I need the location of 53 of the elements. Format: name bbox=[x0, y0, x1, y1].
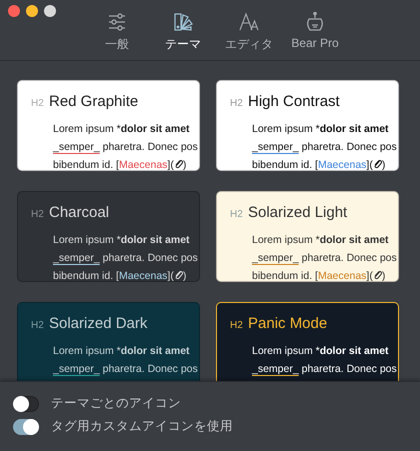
heading-marker: H2 bbox=[31, 320, 44, 331]
sample-text: Lorem ipsum *dolor sit amet bbox=[53, 122, 191, 137]
theme-name: Solarized Dark bbox=[49, 315, 148, 332]
theme-card[interactable]: H2 Solarized Light Lorem ipsum *dolor sit amet _semper_ pharetra. Donec pos bibendum id. [Maecenas]( ) bbox=[216, 191, 399, 282]
sample-text: Lorem ipsum *dolor sit amet bbox=[53, 233, 191, 248]
heading-marker: H2 bbox=[31, 98, 44, 109]
toolbar-tab[interactable]: テーマ bbox=[150, 12, 216, 60]
theme-name: High Contrast bbox=[248, 93, 340, 110]
theme-name: Panic Mode bbox=[248, 315, 328, 332]
heading-marker: H2 bbox=[230, 98, 243, 109]
sample-text: bibendum id. [Maecenas]( ) bbox=[252, 269, 386, 281]
honey-pot-icon bbox=[305, 12, 325, 32]
option-label: テーマごとのアイコン bbox=[51, 395, 181, 412]
color-swatch-icon bbox=[173, 12, 193, 32]
toggle-switch[interactable] bbox=[13, 396, 39, 412]
toolbar-tab[interactable]: 一般 bbox=[84, 12, 150, 60]
theme-card[interactable]: H2 Red Graphite Lorem ipsum *dolor sit amet _semper_ pharetra. Donec pos bibendum id. [Maecenas]( ) bbox=[17, 80, 200, 171]
sample-text: _semper_ pharetra. Donec pos bbox=[53, 362, 199, 377]
sample-text: Lorem ipsum *dolor sit amet bbox=[252, 122, 390, 137]
minimize-button[interactable] bbox=[26, 5, 38, 17]
theme-name: Charcoal bbox=[49, 204, 110, 221]
option-label: タグ用カスタムアイコンを使用 bbox=[51, 418, 233, 435]
heading-marker: H2 bbox=[230, 320, 243, 331]
sample-text: _semper_ pharetra. Donec pos bbox=[252, 140, 398, 155]
toolbar-tab[interactable]: エディタ bbox=[216, 12, 282, 60]
sample-text: Lorem ipsum *dolor sit amet bbox=[252, 233, 390, 248]
close-button[interactable] bbox=[8, 5, 20, 17]
theme-card[interactable]: H2 Panic Mode Lorem ipsum *dolor sit amet _semper_ pharetra. Donec pos bbox=[216, 302, 399, 381]
theme-card[interactable]: H2 Charcoal Lorem ipsum *dolor sit amet _semper_ pharetra. Donec pos bibendum id. [Maecenas]( ) bbox=[17, 191, 200, 282]
heading-marker: H2 bbox=[230, 209, 243, 220]
sample-text: _semper_ pharetra. Donec pos bbox=[252, 362, 398, 377]
sample-text: bibendum id. [Maecenas]( ) bbox=[252, 158, 386, 170]
theme-name: Solarized Light bbox=[248, 204, 348, 221]
sample-text: _semper_ pharetra. Donec pos bbox=[53, 140, 199, 155]
letters-icon bbox=[239, 12, 259, 32]
sample-text: Lorem ipsum *dolor sit amet bbox=[53, 344, 191, 359]
theme-card[interactable]: H2 Solarized Dark Lorem ipsum *dolor sit amet _semper_ pharetra. Donec pos bbox=[17, 302, 200, 381]
sample-text: _semper_ pharetra. Donec pos bbox=[53, 251, 199, 266]
paperclip-icon bbox=[174, 159, 183, 169]
paperclip-icon bbox=[372, 159, 382, 169]
theme-name: Red Graphite bbox=[49, 93, 138, 110]
toolbar-tab[interactable]: Bear Pro bbox=[282, 12, 348, 60]
paperclip-icon bbox=[372, 270, 382, 280]
sliders-icon bbox=[107, 12, 127, 32]
sample-text: bibendum id. [Maecenas]( ) bbox=[53, 269, 188, 281]
sample-text: _semper_ pharetra. Donec pos bbox=[252, 251, 398, 266]
sample-text: bibendum id. [Maecenas]( ) bbox=[53, 158, 188, 170]
heading-marker: H2 bbox=[31, 209, 44, 220]
sample-text: Lorem ipsum *dolor sit amet bbox=[252, 344, 390, 359]
paperclip-icon bbox=[174, 270, 183, 280]
zoom-button[interactable] bbox=[44, 5, 56, 17]
theme-card[interactable]: H2 High Contrast Lorem ipsum *dolor sit amet _semper_ pharetra. Donec pos bibendum id. [Maecenas]( ) bbox=[216, 80, 399, 171]
toggle-switch[interactable] bbox=[13, 418, 39, 434]
